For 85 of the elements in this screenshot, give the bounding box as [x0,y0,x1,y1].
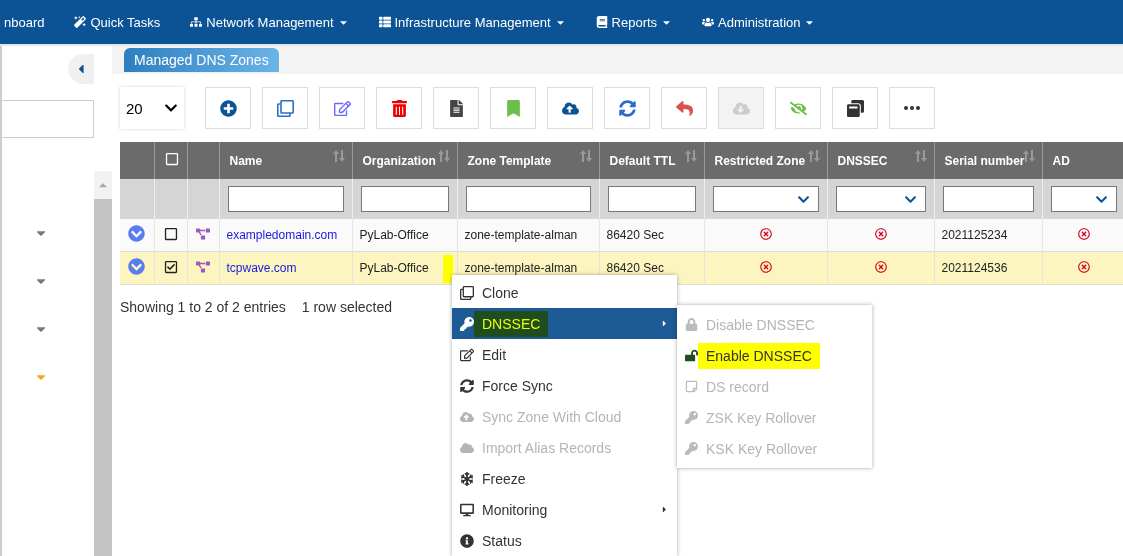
row-checkbox[interactable] [163,259,178,274]
context-menu-item[interactable]: Status [452,525,677,556]
expand-row-icon[interactable] [128,258,146,275]
sidebar-search-field[interactable] [2,100,94,138]
context-menu-item[interactable]: DNSSEC [452,308,677,339]
page-size-value: 20 [126,99,143,117]
zone-icon [196,259,210,274]
more-icon [904,106,920,110]
users-icon [702,16,715,28]
undo-icon [675,99,693,117]
key-icon [685,442,698,455]
nav-menu-item[interactable]: Quick Tasks [74,14,161,30]
sitemap-icon [190,16,203,28]
zone-name-link[interactable]: tcpwave.com [226,261,297,275]
cloud-icon [460,409,474,424]
filter-field[interactable] [942,186,1034,212]
document-icon [447,99,465,117]
clone-icon [460,285,474,300]
key-icon [460,316,474,331]
windows-icon [846,99,864,117]
column-header[interactable]: AD [1042,142,1123,179]
clone-icon [276,99,294,117]
snowflake-icon [460,471,474,486]
table-cell: 86420 Sec [599,219,704,252]
unlock-icon [685,349,698,362]
column-header[interactable]: Name [219,142,352,179]
table-cell: PyLab-Office [352,219,457,252]
column-header[interactable]: Default TTL [599,142,704,179]
refresh-icon [618,99,636,117]
cloud-outline-icon [460,440,474,455]
filter-field[interactable] [465,186,591,212]
table-cell: zone-template-alman [457,219,599,252]
column-header[interactable]: Organization [352,142,457,179]
column-header[interactable]: Serial number [934,142,1042,179]
monitor-icon [460,502,474,517]
grid-list-icon [378,16,391,28]
note-icon [685,380,698,393]
nav-menu-item[interactable]: nboard [4,14,45,30]
context-menu-item[interactable]: Edit [452,339,677,370]
toolbar-button[interactable] [205,87,251,129]
magic-wand-icon [74,16,87,28]
table-row[interactable]: exampledomain.com PyLab-Office zone-template-alman 86420 Sec 2021125234 [120,219,1123,252]
column-header[interactable]: Zone Template [457,142,599,179]
add-icon [219,99,237,117]
filter-select[interactable] [712,186,819,212]
selection-info: 1 row selected [301,299,393,315]
book-icon [595,16,608,28]
toolbar-button[interactable] [547,87,593,129]
table-cell: 2021125234 [934,219,1042,252]
key-icon [685,411,698,424]
row-checkbox[interactable] [163,226,178,241]
context-menu-item[interactable]: Freeze [452,463,677,494]
expand-row-icon[interactable] [128,225,146,242]
eye-slash-icon [789,99,807,117]
context-menu-item[interactable]: Force Sync [452,370,677,401]
entries-info: Showing 1 to 2 of 2 entries [120,299,286,315]
column-header[interactable]: DNSSEC [827,142,934,179]
filter-field[interactable] [360,186,449,212]
nav-menu-item[interactable]: Infrastructure Management [378,14,566,30]
select-all-checkbox[interactable] [164,152,179,166]
column-header[interactable]: Restricted Zone [704,142,827,179]
toolbar-button[interactable] [832,87,878,129]
edit-icon [460,347,474,362]
edit-icon [333,99,351,117]
submenu-caret-icon [660,505,669,514]
filter-select[interactable] [1050,186,1117,212]
delete-icon [390,99,408,117]
bookmark-icon [504,99,522,117]
nav-menu-item[interactable]: Network Management [190,14,349,30]
zone-name-link[interactable]: exampledomain.com [226,228,338,242]
context-menu-item[interactable]: Monitoring [452,494,677,525]
sync-icon [460,378,474,393]
toolbar-button[interactable] [433,87,479,129]
nav-menu-item[interactable]: Reports [595,14,673,30]
nav-menu-item[interactable]: Administration [702,14,816,30]
filter-field[interactable] [227,186,344,212]
zone-icon [196,226,210,241]
table-cell: 2021124536 [934,251,1042,285]
submenu-caret-icon [660,319,669,328]
lock-icon [685,318,698,331]
filter-field[interactable] [607,186,696,212]
filter-select[interactable] [835,186,926,212]
collapse-sidebar-button[interactable] [68,54,94,84]
info-icon [460,533,474,548]
page-size-select[interactable]: 20 [120,87,184,129]
